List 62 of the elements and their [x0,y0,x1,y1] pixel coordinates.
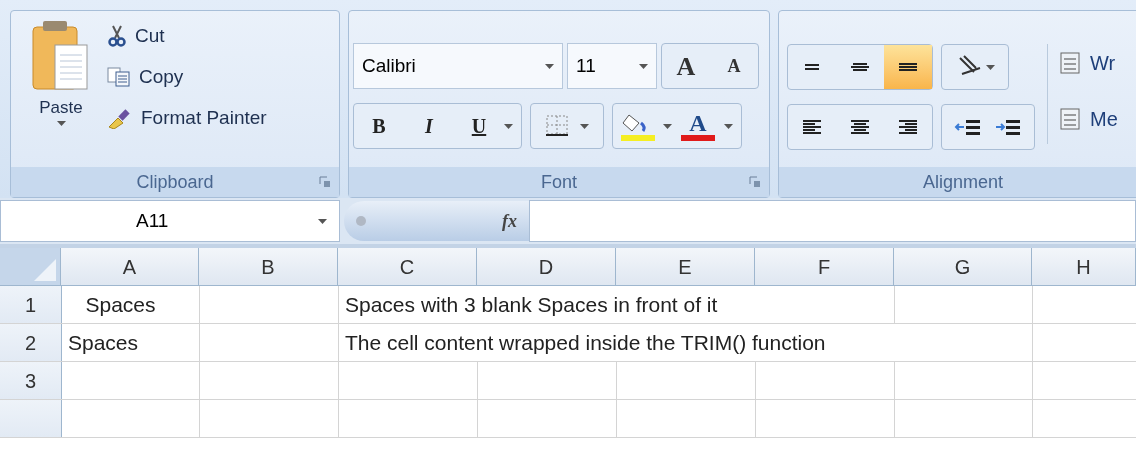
align-bottom-button[interactable] [884,45,932,89]
group-label: Font [541,170,577,194]
column-header[interactable]: C [338,248,477,285]
caret-icon [985,64,995,70]
column-header[interactable]: B [199,248,338,285]
cell-text: Spaces with 3 blank Spaces in front of it [345,291,718,318]
formula-field[interactable] [529,200,1136,242]
copy-button[interactable]: Copy [107,60,267,94]
caret-icon [724,123,733,129]
font-size-field[interactable]: 11 [567,43,657,89]
align-lines-icon [899,120,917,134]
caret-icon [504,123,513,129]
align-lines-icon [899,63,917,71]
column-header[interactable]: H [1032,248,1136,285]
bold-button[interactable]: B [354,111,404,141]
font-size: 11 [576,53,596,78]
cell-reference: A11 [136,208,169,233]
shrink-font-button[interactable]: A [710,44,758,88]
cell-text: Spaces [68,329,139,356]
italic-button[interactable]: I [404,111,454,141]
cut-button[interactable]: Cut [107,19,267,53]
name-box[interactable]: A11 [0,200,340,242]
format-painter-button[interactable]: Format Painter [107,101,267,135]
copy-icon [107,67,131,87]
caret-icon [579,123,589,129]
scissors-icon [107,25,127,47]
align-lines-icon [851,120,869,134]
wrap-text-button[interactable]: Wr [1060,46,1118,80]
caret-icon [663,123,672,129]
caret-icon [56,120,66,126]
orientation-button[interactable] [941,44,1009,90]
formula-button[interactable]: fx [344,201,529,241]
caret-icon [545,63,554,69]
caret-icon [639,63,648,69]
caret-icon [318,218,327,224]
triangle-icon [34,259,56,281]
column-header[interactable]: E [616,248,755,285]
column-header[interactable]: F [755,248,894,285]
row-header[interactable]: 1 [0,286,62,323]
paste-button[interactable]: Paste [23,19,99,126]
font-name: Calibri [362,53,416,78]
borders-icon [545,115,568,137]
column-header[interactable]: A [61,248,199,285]
paintbrush-icon [107,107,133,129]
align-lines-icon [803,120,821,134]
color-bar-icon [681,135,715,141]
align-lines-icon [805,64,819,70]
group-label: Alignment [922,170,1003,194]
function-label: fx [502,209,517,233]
column-header[interactable]: D [477,248,616,285]
underline-button[interactable]: U [454,111,504,141]
font-name-field[interactable]: Calibri [353,43,563,89]
column-header[interactable]: G [894,248,1032,285]
font-color-button[interactable]: A [680,111,716,141]
align-lines-icon [851,63,869,71]
cell-text: The cell content wrapped inside the TRIM() function [345,329,826,356]
cell-text: Spaces [84,291,156,318]
grow-font-button[interactable]: A [662,44,710,88]
group-label: Clipboard [136,170,214,194]
merge-text-button[interactable]: Me [1060,102,1118,136]
row-header[interactable]: 2 [0,324,62,361]
row-header[interactable]: 3 [0,362,62,399]
